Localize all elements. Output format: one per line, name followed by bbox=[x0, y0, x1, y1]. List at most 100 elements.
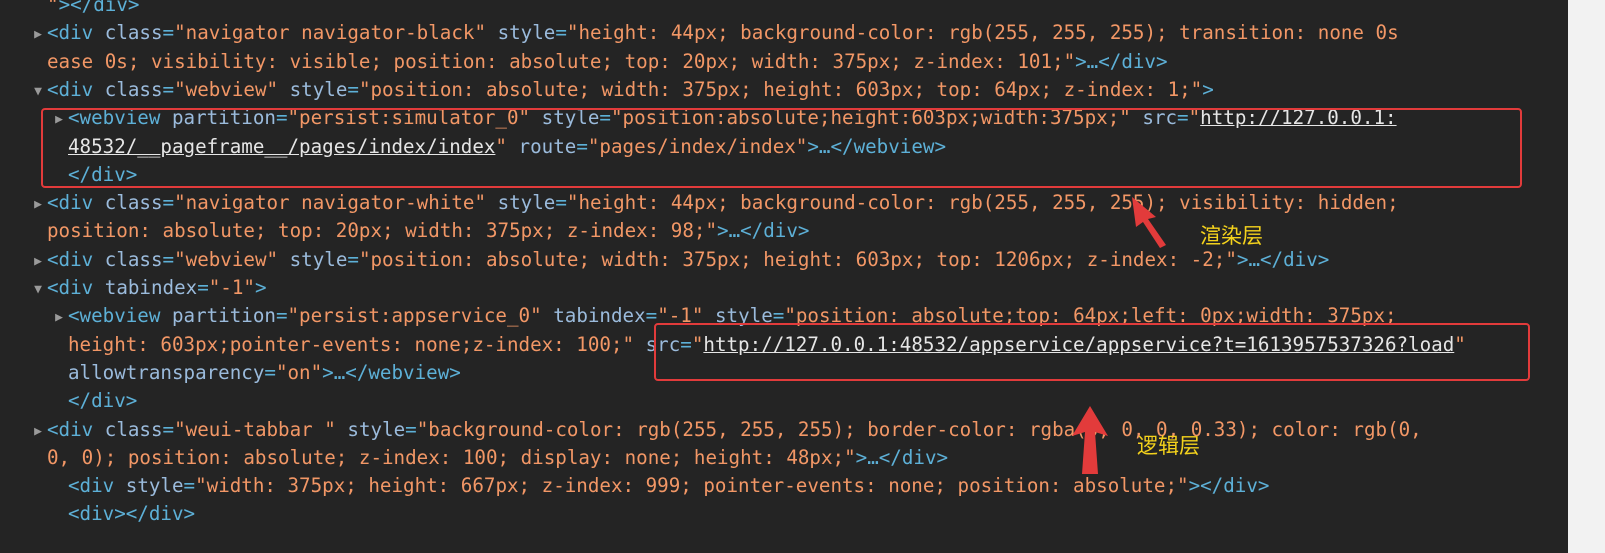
code-token: style bbox=[289, 247, 348, 271]
triangle-right-icon[interactable]: ▶ bbox=[29, 418, 47, 446]
code-token: > bbox=[254, 276, 267, 299]
code-token: "height: 44px; background-color: rgb(255… bbox=[566, 21, 1399, 45]
render-layer-label: 渲染层 bbox=[1200, 224, 1263, 248]
code-token: >…</div> bbox=[855, 445, 949, 469]
dom-node-line[interactable]: allowtransparency="on">…</webview> bbox=[68, 359, 461, 387]
code-token: = bbox=[555, 21, 567, 45]
triangle-right-icon[interactable]: ▶ bbox=[29, 21, 47, 49]
code-token: tabindex bbox=[104, 276, 198, 299]
triangle-down-icon[interactable]: ▼ bbox=[29, 276, 47, 304]
triangle-right-icon[interactable]: ▶ bbox=[29, 191, 47, 219]
dom-node-line[interactable]: position: absolute; top: 20px; width: 37… bbox=[47, 217, 809, 245]
code-token: "weui-tabbar " bbox=[174, 417, 336, 441]
code-token: <div bbox=[68, 474, 126, 498]
code-token: = bbox=[275, 304, 288, 328]
render-layer-highlight-box bbox=[41, 108, 1522, 188]
code-token: class bbox=[104, 191, 163, 215]
code-token: "background-color: rgb(255, 255, 255); b… bbox=[416, 417, 1422, 441]
code-token: ></div> bbox=[58, 0, 140, 16]
triangle-down-icon[interactable]: ▼ bbox=[29, 78, 47, 106]
code-token: <div bbox=[47, 21, 105, 45]
code-token: position: absolute; top: 20px; width: 37… bbox=[47, 219, 718, 243]
code-token: "position: absolute; width: 375px; heigh… bbox=[358, 247, 1237, 271]
code-token: = bbox=[162, 247, 175, 271]
code-token: style bbox=[125, 474, 184, 498]
code-token: = bbox=[197, 276, 209, 299]
dom-node-line[interactable]: ▼ <div tabindex="-1"> bbox=[29, 274, 267, 304]
code-token: style bbox=[497, 191, 556, 215]
code-token: </div> bbox=[68, 389, 138, 413]
code-token: height: 603px;pointer-events: none;z-ind… bbox=[68, 332, 635, 356]
code-token: > bbox=[1202, 77, 1214, 101]
code-token: allowtransparency bbox=[68, 360, 265, 384]
code-token: <div bbox=[47, 247, 105, 271]
code-token: = bbox=[405, 417, 417, 441]
code-token: = bbox=[162, 417, 175, 441]
code-token: <div bbox=[47, 417, 105, 441]
code-token: ease 0s; visibility: visible; position: … bbox=[47, 49, 1076, 73]
triangle-right-icon[interactable]: ▶ bbox=[50, 304, 68, 332]
dom-node-line[interactable]: "></div> bbox=[47, 0, 139, 19]
code-token: = bbox=[347, 77, 359, 101]
code-token: partition bbox=[171, 304, 276, 328]
code-token: = bbox=[347, 247, 359, 271]
code-token: <webview bbox=[68, 304, 172, 328]
code-token: "on" bbox=[275, 360, 323, 384]
code-token: "navigator navigator-white" bbox=[174, 191, 486, 215]
code-token: = bbox=[264, 360, 276, 384]
code-token: >…</div> bbox=[717, 219, 810, 243]
code-token: " bbox=[47, 0, 59, 16]
code-token: "width: 375px; height: 667px; z-index: 9… bbox=[195, 474, 1189, 498]
code-token: >…</div> bbox=[1075, 49, 1168, 73]
dom-node-line[interactable]: ▼ <div class="webview" style="position: a… bbox=[29, 76, 1214, 104]
logic-layer-label: 逻辑层 bbox=[1137, 434, 1200, 458]
code-token: ></div> bbox=[1188, 474, 1270, 498]
code-token: = bbox=[555, 191, 567, 215]
code-token: <div bbox=[47, 191, 105, 215]
render-layer-arrow-icon bbox=[1132, 197, 1166, 248]
code-token: <div bbox=[47, 77, 105, 101]
code-token: "webview" bbox=[174, 77, 279, 101]
code-token: <div></div> bbox=[68, 502, 196, 526]
code-token: class bbox=[104, 417, 163, 441]
code-token: = bbox=[162, 21, 175, 45]
code-token: 0, 0); position: absolute; z-index: 100;… bbox=[47, 445, 856, 469]
panel-edge bbox=[1568, 0, 1605, 553]
code-token: = bbox=[162, 77, 175, 101]
code-token: "position: absolute; width: 375px; heigh… bbox=[358, 77, 1203, 101]
code-token: style bbox=[347, 417, 406, 441]
code-token: class bbox=[104, 21, 163, 45]
triangle-right-icon[interactable]: ▶ bbox=[29, 248, 47, 276]
code-token: style bbox=[497, 21, 556, 45]
dom-node-line[interactable]: ▶ <div class="weui-tabbar " style="backgr… bbox=[29, 416, 1422, 444]
code-token: "-1" bbox=[208, 276, 255, 299]
code-token: <div bbox=[47, 276, 105, 299]
code-token: "webview" bbox=[174, 247, 279, 271]
code-token: "persist:appservice_0" bbox=[287, 304, 542, 328]
dom-node-line[interactable]: </div> bbox=[68, 387, 137, 415]
dom-node-line[interactable]: ▶ <div class="navigator navigator-white" … bbox=[29, 189, 1399, 217]
dom-node-line[interactable]: ▶ <div class="navigator navigator-black" … bbox=[29, 19, 1399, 47]
logic-layer-arrow-icon bbox=[1072, 406, 1108, 474]
code-token: = bbox=[183, 474, 196, 498]
dom-node-line[interactable]: ease 0s; visibility: visible; position: … bbox=[47, 48, 1168, 76]
dom-node-line[interactable]: <div style="width: 375px; height: 667px;… bbox=[68, 472, 1269, 500]
code-token: >…</div> bbox=[1236, 247, 1330, 271]
code-token: class bbox=[104, 77, 163, 101]
code-token: class bbox=[104, 247, 163, 271]
devtools-elements-panel: "></div> ▶ <div class="navigator navigator… bbox=[0, 0, 1568, 553]
dom-node-line[interactable]: <div></div> bbox=[68, 500, 195, 528]
code-token: "height: 44px; background-color: rgb(255… bbox=[566, 191, 1399, 215]
code-token: tabindex bbox=[553, 304, 646, 328]
dom-node-line[interactable]: 0, 0); position: absolute; z-index: 100;… bbox=[47, 444, 948, 472]
code-token: >…</webview> bbox=[322, 360, 461, 384]
code-token: = bbox=[162, 191, 175, 215]
code-token: "navigator navigator-black" bbox=[174, 21, 486, 45]
